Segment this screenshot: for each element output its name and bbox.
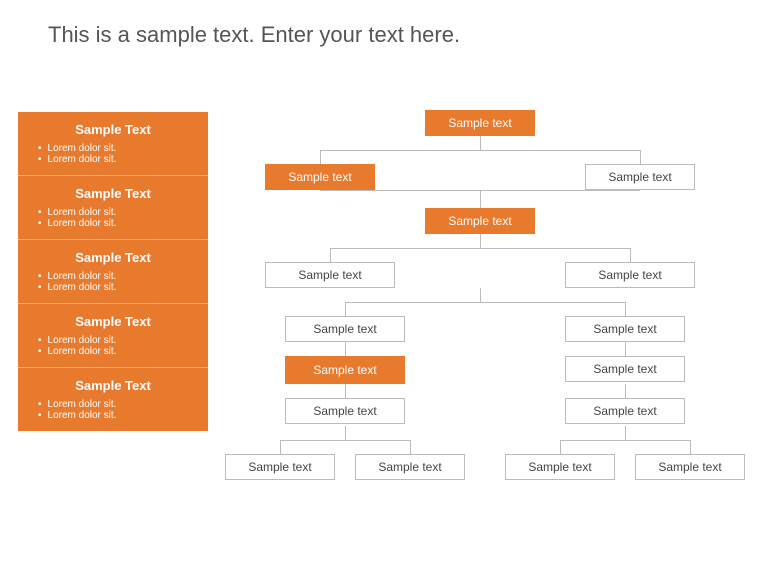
chart-node: Sample text — [585, 164, 695, 190]
chart-node: Sample text — [565, 316, 685, 342]
sidebar-bullet: Lorem dolor sit. — [38, 399, 192, 410]
chart-connector — [625, 302, 626, 316]
chart-connector — [480, 136, 481, 150]
chart-leaf: Sample text — [225, 454, 335, 480]
sidebar: Sample Text Lorem dolor sit. Lorem dolor… — [18, 112, 208, 431]
chart-connector — [410, 440, 411, 454]
chart-connector — [625, 384, 626, 398]
sidebar-item: Sample Text Lorem dolor sit. Lorem dolor… — [18, 304, 208, 368]
chart-connector — [280, 440, 410, 441]
chart-connector — [345, 384, 346, 398]
sidebar-bullet: Lorem dolor sit. — [38, 335, 192, 346]
sidebar-bullet: Lorem dolor sit. — [38, 346, 192, 357]
sidebar-bullet: Lorem dolor sit. — [38, 207, 192, 218]
sidebar-bullet: Lorem dolor sit. — [38, 154, 192, 165]
chart-connector — [345, 302, 625, 303]
sidebar-item-bullets: Lorem dolor sit. Lorem dolor sit. — [34, 143, 192, 165]
chart-connector — [320, 150, 321, 164]
chart-connector — [560, 440, 561, 454]
chart-connector — [690, 440, 691, 454]
chart-node: Sample text — [265, 164, 375, 190]
chart-connector — [625, 342, 626, 356]
chart-node: Sample text — [285, 356, 405, 384]
chart-connector — [330, 248, 630, 249]
chart-node: Sample text — [565, 398, 685, 424]
sidebar-item-head: Sample Text — [34, 314, 192, 329]
chart-connector — [345, 342, 346, 356]
chart-node: Sample text — [565, 262, 695, 288]
sidebar-bullet: Lorem dolor sit. — [38, 218, 192, 229]
chart-leaf: Sample text — [505, 454, 615, 480]
chart-connector — [625, 426, 626, 440]
sidebar-item-bullets: Lorem dolor sit. Lorem dolor sit. — [34, 207, 192, 229]
page-title: This is a sample text. Enter your text h… — [48, 22, 460, 48]
sidebar-bullet: Lorem dolor sit. — [38, 271, 192, 282]
chart-node-root: Sample text — [425, 110, 535, 136]
chart-connector — [320, 190, 640, 191]
chart-connector — [480, 190, 481, 208]
chart-leaf: Sample text — [355, 454, 465, 480]
sidebar-item-bullets: Lorem dolor sit. Lorem dolor sit. — [34, 399, 192, 421]
sidebar-item: Sample Text Lorem dolor sit. Lorem dolor… — [18, 176, 208, 240]
chart-connector — [480, 288, 481, 302]
chart-leaf: Sample text — [635, 454, 745, 480]
sidebar-item-bullets: Lorem dolor sit. Lorem dolor sit. — [34, 335, 192, 357]
chart-connector — [480, 234, 481, 248]
chart-node: Sample text — [565, 356, 685, 382]
chart-connector — [560, 440, 690, 441]
chart-node: Sample text — [265, 262, 395, 288]
chart-connector — [345, 426, 346, 440]
chart-connector — [330, 248, 331, 262]
chart-connector — [640, 150, 641, 164]
chart-node: Sample text — [285, 398, 405, 424]
chart-connector — [345, 302, 346, 316]
sidebar-item-head: Sample Text — [34, 250, 192, 265]
chart-node: Sample text — [285, 316, 405, 342]
sidebar-item-head: Sample Text — [34, 378, 192, 393]
sidebar-item-bullets: Lorem dolor sit. Lorem dolor sit. — [34, 271, 192, 293]
sidebar-item-head: Sample Text — [34, 186, 192, 201]
sidebar-item: Sample Text Lorem dolor sit. Lorem dolor… — [18, 240, 208, 304]
chart-connector — [630, 248, 631, 262]
sidebar-bullet: Lorem dolor sit. — [38, 410, 192, 421]
sidebar-bullet: Lorem dolor sit. — [38, 143, 192, 154]
sidebar-item: Sample Text Lorem dolor sit. Lorem dolor… — [18, 368, 208, 431]
chart-connector — [320, 150, 640, 151]
chart-connector — [280, 440, 281, 454]
sidebar-bullet: Lorem dolor sit. — [38, 282, 192, 293]
sidebar-item-head: Sample Text — [34, 122, 192, 137]
sidebar-item: Sample Text Lorem dolor sit. Lorem dolor… — [18, 112, 208, 176]
org-chart: Sample text Sample text Sample text Samp… — [210, 108, 768, 568]
chart-node: Sample text — [425, 208, 535, 234]
